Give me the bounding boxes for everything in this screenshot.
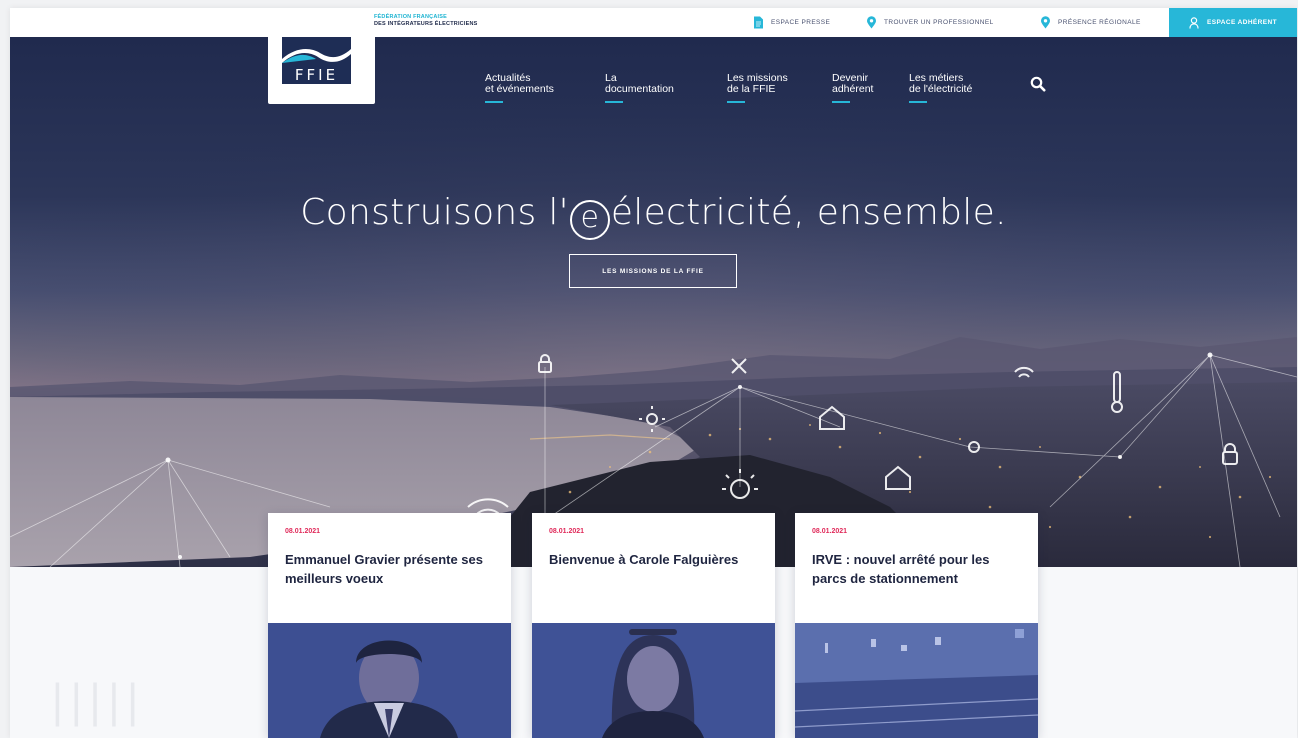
- city-night-illustration: [10, 37, 1297, 567]
- nav-item-membership[interactable]: Devenir adhérent: [832, 73, 874, 103]
- nav-label-line2: adhérent: [832, 83, 874, 95]
- logo-mark: FFIE: [282, 37, 351, 84]
- portrait-woman-image: [532, 623, 775, 738]
- nav-item-documentation[interactable]: La documentation: [605, 73, 674, 103]
- news-card[interactable]: 08.01.2021 Bienvenue à Carole Falguières: [532, 513, 775, 738]
- hero-headline: Construisons l' e électricité, ensemble.: [10, 192, 1297, 240]
- member-area-label: ESPACE ADHÉRENT: [1207, 19, 1277, 26]
- nav-underline: [909, 101, 927, 103]
- find-professional-label: TROUVER UN PROFESSIONNEL: [884, 19, 994, 26]
- portrait-man-image: [268, 623, 511, 738]
- parking-lot-image: [795, 623, 1038, 738]
- nav-underline: [727, 101, 745, 103]
- regional-presence-label: PRÉSENCE RÉGIONALE: [1058, 19, 1141, 26]
- hero-banner: FFIE Actualités et événements La documen…: [10, 37, 1297, 567]
- press-link[interactable]: ESPACE PRESSE: [753, 8, 830, 37]
- headline-part-2: électricité, ensemble.: [610, 192, 1007, 233]
- find-professional-link[interactable]: TROUVER UN PROFESSIONNEL: [866, 8, 994, 37]
- document-icon: [754, 16, 763, 29]
- federation-line-2: DES INTÉGRATEURS ÉLECTRICIENS: [374, 20, 478, 27]
- news-date: 08.01.2021: [812, 528, 848, 535]
- user-icon: [1189, 16, 1199, 29]
- headline-part-1: Construisons l': [300, 192, 569, 233]
- news-title: Emmanuel Gravier présente ses meilleurs …: [285, 552, 483, 586]
- nav-underline: [832, 101, 850, 103]
- nav-label-line2: de l'électricité: [909, 83, 973, 95]
- nav-item-trades[interactable]: Les métiers de l'électricité: [909, 73, 973, 103]
- regional-presence-link[interactable]: PRÉSENCE RÉGIONALE: [1040, 8, 1141, 37]
- top-utility-bar: FÉDÉRATION FRANÇAISE DES INTÉGRATEURS ÉL…: [10, 8, 1297, 38]
- news-title: IRVE : nouvel arrêté pour les parcs de s…: [812, 552, 990, 586]
- nav-item-news[interactable]: Actualités et événements: [485, 73, 554, 103]
- ffie-logo[interactable]: FFIE: [268, 37, 375, 104]
- page-frame: FÉDÉRATION FRANÇAISE DES INTÉGRATEURS ÉL…: [10, 8, 1297, 738]
- news-card[interactable]: 08.01.2021 Emmanuel Gravier présente ses…: [268, 513, 511, 738]
- news-title: Bienvenue à Carole Falguières: [549, 552, 739, 567]
- news-card[interactable]: 08.01.2021 IRVE : nouvel arrêté pour les…: [795, 513, 1038, 738]
- news-photo: [795, 623, 1038, 738]
- nav-label-line2: documentation: [605, 83, 674, 95]
- news-photo: [532, 623, 775, 738]
- federation-name: FÉDÉRATION FRANÇAISE DES INTÉGRATEURS ÉL…: [374, 14, 477, 27]
- background-decoration: |||||: [50, 676, 145, 727]
- news-date: 08.01.2021: [549, 528, 585, 535]
- location-pin-icon: [867, 16, 876, 29]
- nav-item-missions[interactable]: Les missions de la FFIE: [727, 73, 788, 103]
- nav-underline: [485, 101, 503, 103]
- news-photo: [268, 623, 511, 738]
- press-link-label: ESPACE PRESSE: [771, 19, 831, 26]
- e-circle-logo: e: [569, 200, 610, 240]
- nav-label-line2: et événements: [485, 83, 554, 95]
- news-date: 08.01.2021: [285, 528, 321, 535]
- member-area-button[interactable]: ESPACE ADHÉRENT: [1169, 8, 1297, 37]
- location-pin-icon: [1041, 16, 1050, 29]
- logo-text: FFIE: [294, 66, 339, 84]
- missions-cta-button[interactable]: LES MISSIONS DE LA FFIE: [569, 254, 737, 288]
- wave-icon: [282, 49, 351, 63]
- search-icon[interactable]: [1030, 76, 1046, 92]
- nav-label-line2: de la FFIE: [727, 83, 776, 95]
- nav-underline: [605, 101, 623, 103]
